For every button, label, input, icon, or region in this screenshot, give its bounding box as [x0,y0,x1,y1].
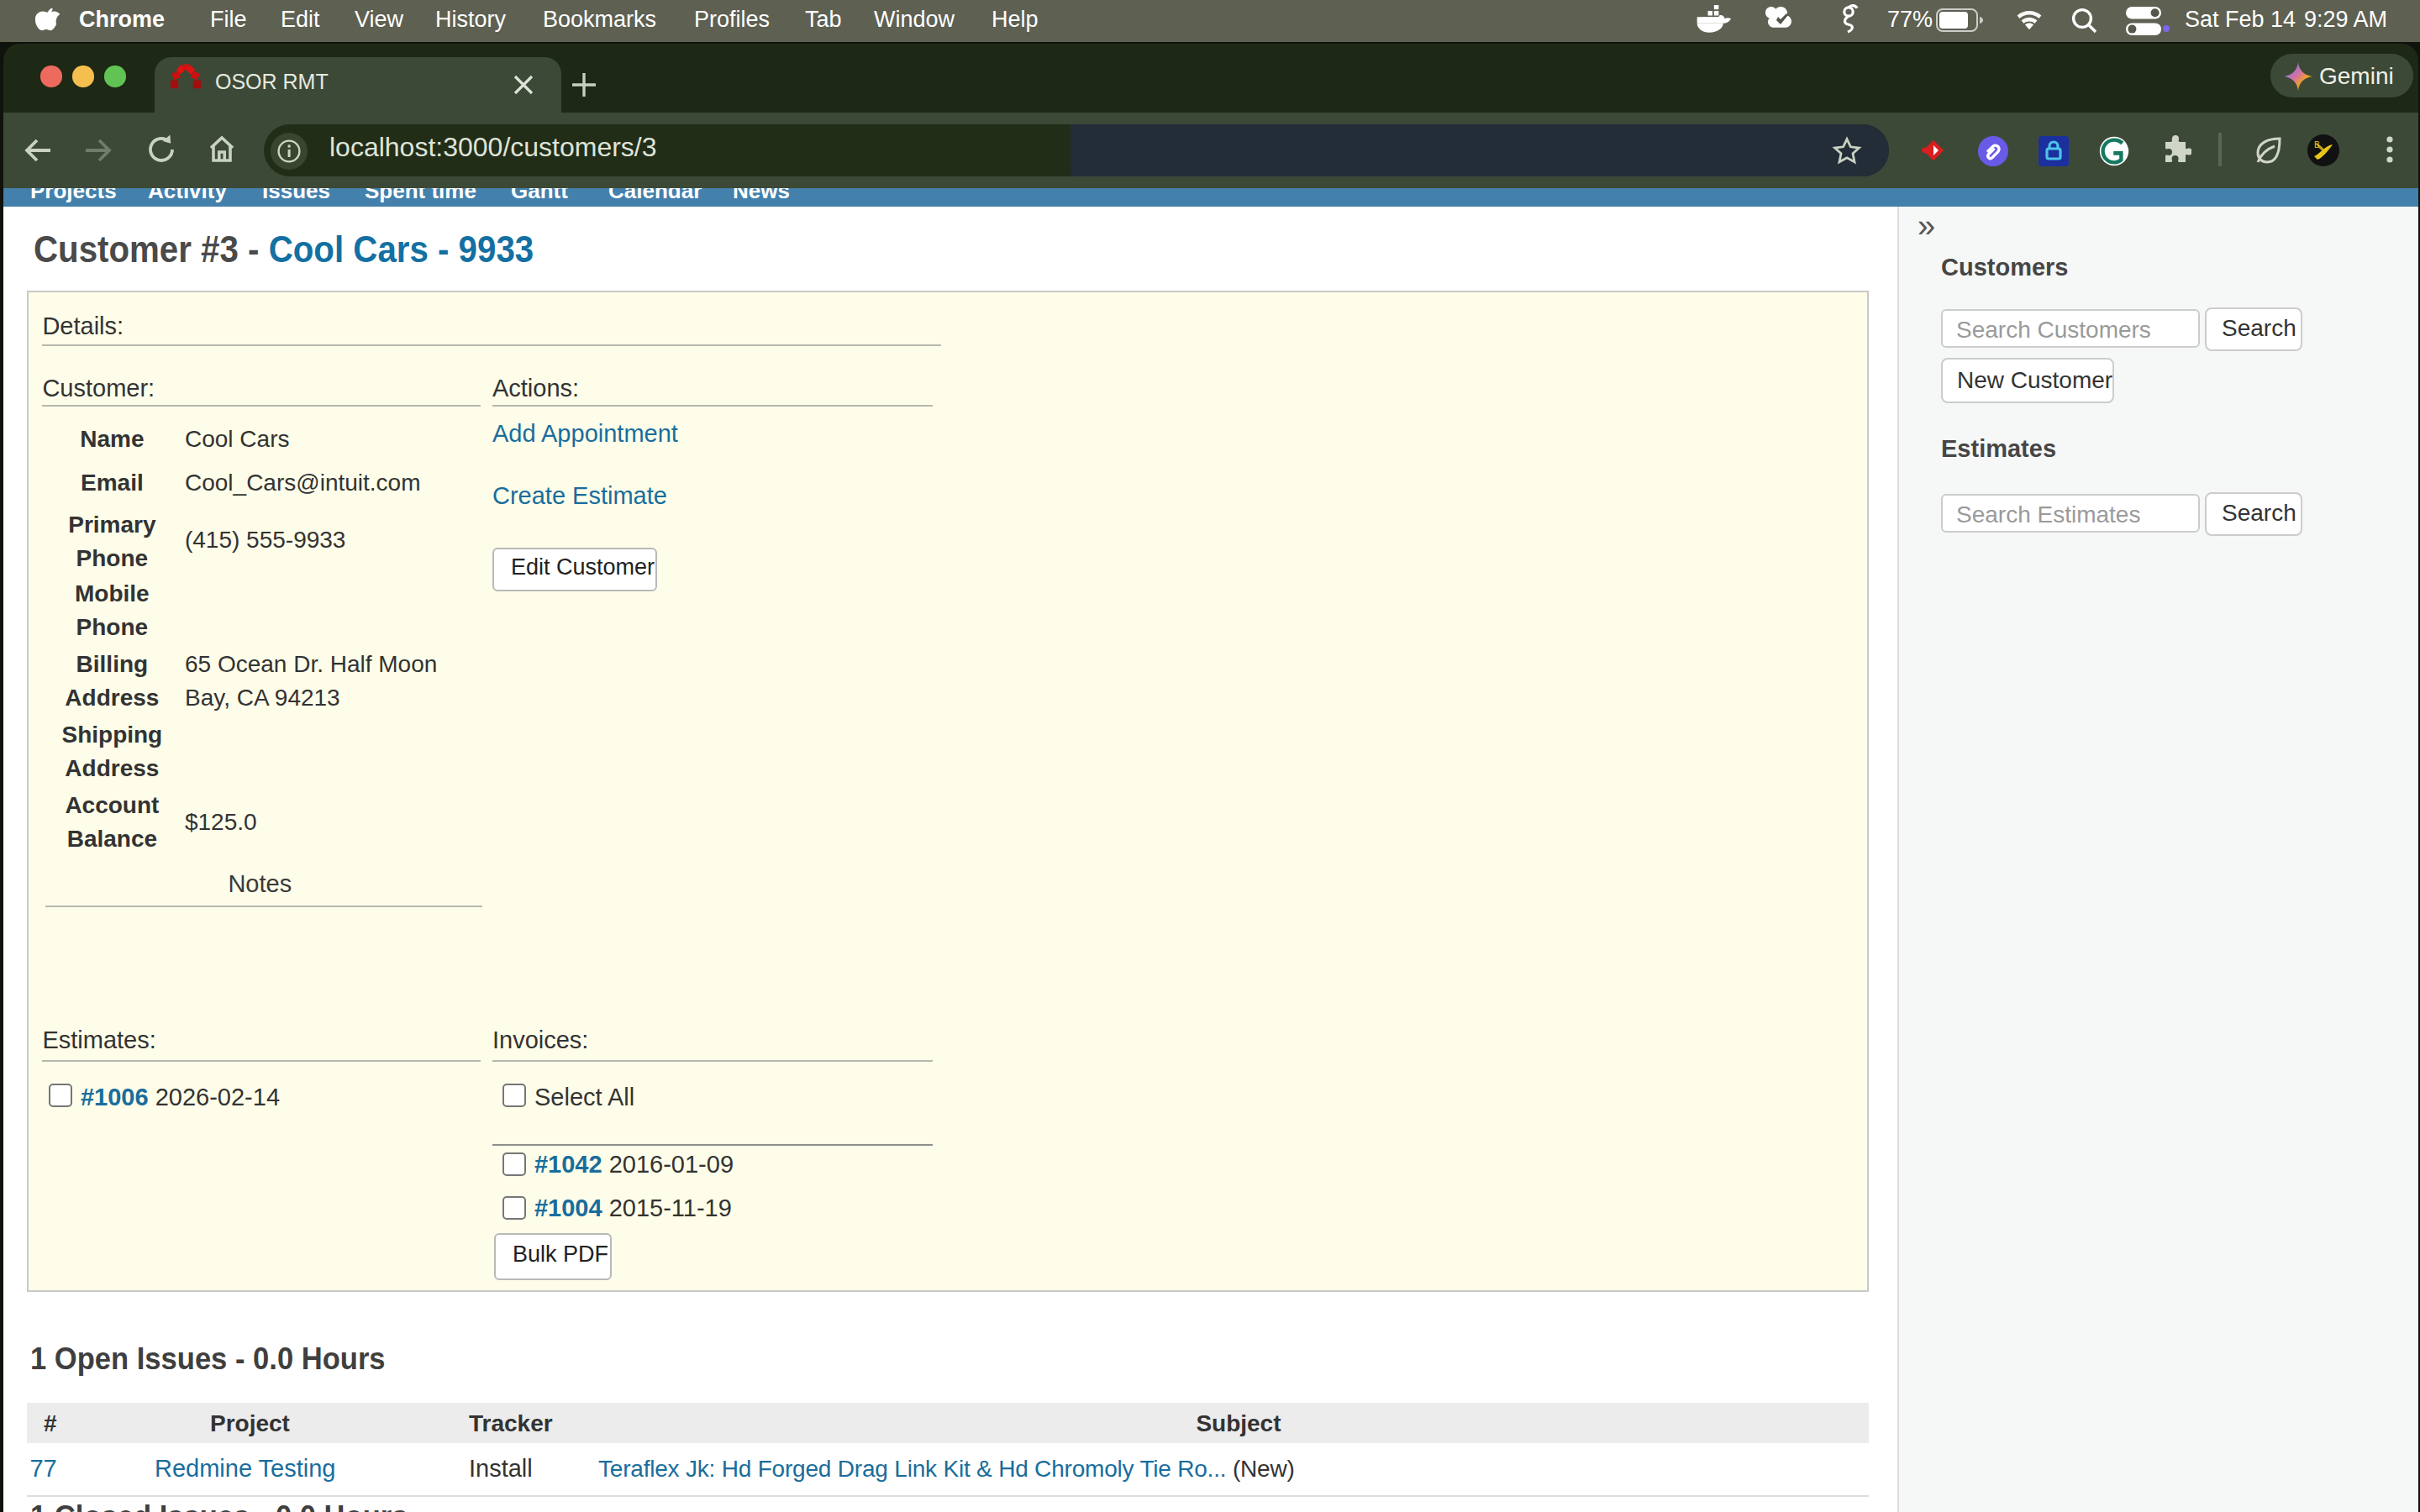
svg-text:B: B [2314,139,2320,149]
